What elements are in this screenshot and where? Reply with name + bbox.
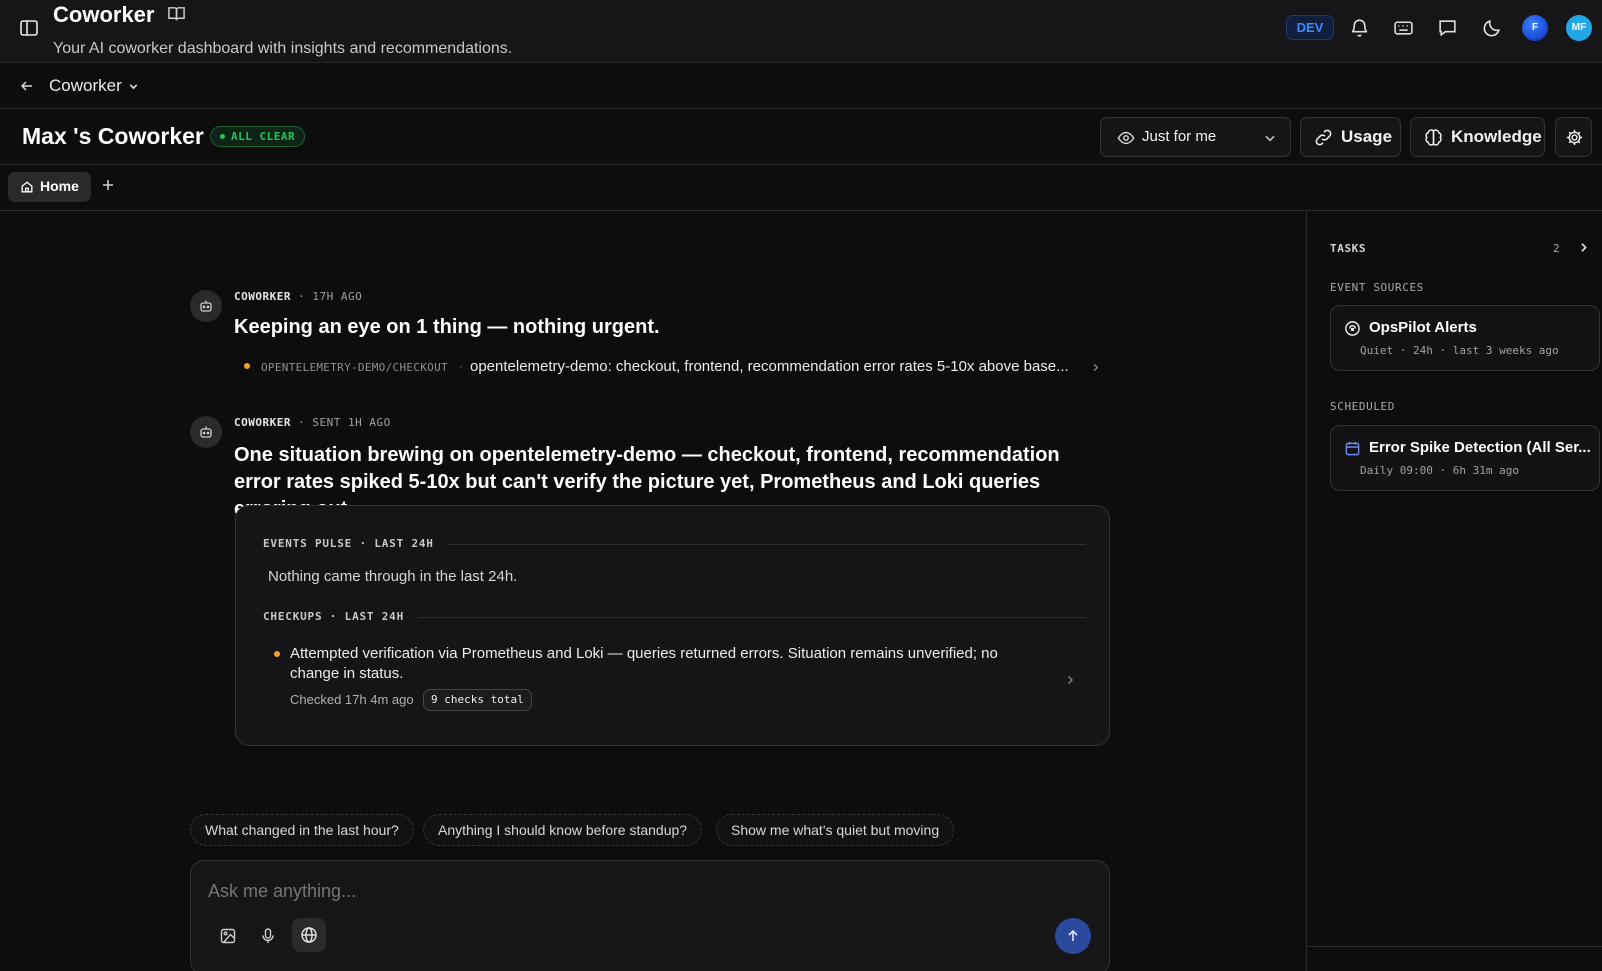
sidebar-toggle-icon[interactable] <box>19 18 39 38</box>
chevron-down-icon <box>1265 135 1275 142</box>
event-source-card[interactable]: OpsPilot Alerts Quiet · 24h · last 3 wee… <box>1330 305 1600 371</box>
page-title: Max 's Coworker <box>22 123 204 149</box>
suggestion-chip[interactable]: Show me what's quiet but moving <box>716 814 955 846</box>
right-panel: TASKS 2 EVENT SOURCES OpsPilot Alerts Qu… <box>1306 211 1602 971</box>
message-meta: COWORKER · 17H AGO <box>234 290 362 303</box>
tasks-label: TASKS <box>1330 242 1367 255</box>
message-time: 17H AGO <box>312 290 363 303</box>
checkup-text: Attempted verification via Prometheus an… <box>290 645 998 682</box>
message-meta: COWORKER · SENT 1H AGO <box>234 416 391 429</box>
eye-icon <box>1117 131 1135 145</box>
scheduled-task-subtitle: Daily 09:00 · 6h 31m ago <box>1360 464 1519 477</box>
meta-separator: · <box>298 290 313 303</box>
scheduled-task-title: Error Spike Detection (All Ser... <box>1369 439 1591 456</box>
gear-icon <box>1566 129 1583 146</box>
bot-icon <box>200 300 212 312</box>
checkups-title: CHECKUPS · LAST 24H <box>263 610 405 623</box>
link-icon <box>1315 129 1332 146</box>
arrow-up-icon <box>1068 929 1078 941</box>
status-badge: ALL CLEAR <box>210 126 306 147</box>
send-button[interactable] <box>1055 918 1091 954</box>
event-source-subtitle: Quiet · 24h · last 3 weeks ago <box>1360 344 1559 357</box>
message-author: COWORKER <box>234 290 291 303</box>
event-source-title: OpsPilot Alerts <box>1369 319 1477 336</box>
chevron-right-icon[interactable] <box>1064 674 1076 686</box>
tasks-count: 2 <box>1553 242 1560 255</box>
visibility-label: Just for me <box>1142 128 1217 145</box>
event-sources-label: EVENT SOURCES <box>1330 281 1424 294</box>
globe-icon <box>301 927 317 943</box>
book-icon[interactable] <box>167 4 186 23</box>
knowledge-button[interactable]: Knowledge <box>1410 117 1545 157</box>
keyboard-icon[interactable] <box>1393 17 1414 38</box>
top-bar: Coworker Your AI coworker dashboard with… <box>0 0 1602 63</box>
visibility-select[interactable]: Just for me <box>1100 117 1291 157</box>
app-title: Coworker <box>53 2 155 27</box>
events-pulse-title: EVENTS PULSE · LAST 24H <box>263 537 434 550</box>
bell-icon[interactable] <box>1349 17 1370 38</box>
calendar-icon <box>1345 441 1360 456</box>
web-search-toggle[interactable] <box>292 918 326 952</box>
divider <box>418 617 1086 618</box>
knowledge-label: Knowledge <box>1451 127 1542 146</box>
composer <box>190 860 1110 971</box>
chevron-right-icon <box>1093 363 1099 372</box>
usage-button[interactable]: Usage <box>1300 117 1401 157</box>
suggestion-chip[interactable]: Anything I should know before standup? <box>423 814 703 846</box>
plus-icon[interactable] <box>100 177 116 193</box>
chat-input[interactable] <box>208 881 1068 902</box>
workspace-avatar[interactable]: F <box>1522 15 1548 41</box>
tab-home[interactable]: Home <box>8 172 91 202</box>
usage-label: Usage <box>1341 127 1393 146</box>
status-label: ALL CLEAR <box>231 130 296 143</box>
suggestion-chip[interactable]: What changed in the last hour? <box>190 814 414 846</box>
moon-icon[interactable] <box>1482 17 1503 38</box>
chevron-right-icon[interactable] <box>1577 241 1590 254</box>
back-arrow-icon[interactable] <box>19 78 35 94</box>
page-header: Max 's Coworker ALL CLEAR Just for me Us… <box>0 109 1602 165</box>
scheduled-task-card[interactable]: Error Spike Detection (All Ser... Daily … <box>1330 425 1600 491</box>
status-dot <box>220 134 225 139</box>
home-icon <box>21 181 33 193</box>
message-author: COWORKER <box>234 416 291 429</box>
scheduled-label: SCHEDULED <box>1330 400 1396 413</box>
app-subtitle: Your AI coworker dashboard with insights… <box>53 40 513 57</box>
radio-icon <box>1345 321 1360 336</box>
user-avatar[interactable]: MF <box>1566 15 1592 41</box>
warning-dot <box>244 363 250 369</box>
env-badge: DEV <box>1286 15 1334 40</box>
chat-icon[interactable] <box>1437 17 1458 38</box>
message-time: SENT 1H AGO <box>312 416 391 429</box>
coworker-avatar <box>190 416 222 448</box>
settings-button[interactable] <box>1555 117 1592 157</box>
message-headline: Keeping an eye on 1 thing — nothing urge… <box>234 316 660 338</box>
brain-icon <box>1425 129 1442 146</box>
breadcrumb: Coworker <box>0 63 1602 109</box>
image-icon[interactable] <box>219 927 237 945</box>
watch-separator: · <box>459 359 463 373</box>
meta-separator: · <box>298 416 313 429</box>
summary-card: EVENTS PULSE · LAST 24H Nothing came thr… <box>235 505 1110 746</box>
tabs-bar: Home <box>0 165 1602 211</box>
watch-source: OPENTELEMETRY-DEMO/CHECKOUT <box>261 361 448 374</box>
divider <box>448 544 1086 545</box>
tab-label: Home <box>40 178 79 194</box>
events-pulse-text: Nothing came through in the last 24h. <box>268 568 518 585</box>
watch-text: opentelemetry-demo: checkout, frontend, … <box>470 358 1069 375</box>
mic-icon[interactable] <box>259 927 277 945</box>
checks-count-badge: 9 checks total <box>423 689 532 711</box>
chevron-down-icon[interactable] <box>127 80 140 93</box>
divider <box>1307 946 1602 947</box>
warning-dot <box>274 651 280 657</box>
bot-icon <box>200 426 212 438</box>
breadcrumb-label[interactable]: Coworker <box>49 76 122 96</box>
coworker-avatar <box>190 290 222 322</box>
watch-item[interactable]: OPENTELEMETRY-DEMO/CHECKOUT · openteleme… <box>244 358 1102 378</box>
checkup-meta: Checked 17h 4m ago <box>290 692 414 707</box>
